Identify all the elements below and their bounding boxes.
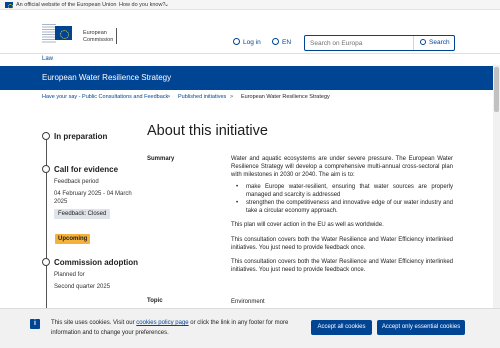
logo-text[interactable]: European Commission [83, 30, 113, 43]
search-box: Search [304, 35, 455, 51]
language-selector[interactable]: EN [272, 38, 291, 46]
breadcrumb-item-have-your-say[interactable]: Have your say - Public Consultations and… [42, 94, 168, 100]
login-label: Log in [243, 39, 261, 46]
page-banner-title: European Water Resilience Strategy [42, 73, 172, 82]
cookies-policy-link[interactable]: cookies policy page [136, 320, 188, 326]
breadcrumb-separator: > [167, 94, 171, 100]
chevron-down-icon[interactable]: ⌄ [164, 1, 169, 8]
page-scrollbar[interactable] [493, 65, 500, 348]
european-commission-logo[interactable] [42, 24, 72, 44]
timeline-stage-call-for-evidence: Call for evidence [54, 165, 119, 174]
how-do-you-know-link[interactable]: How do you know? [119, 2, 165, 8]
feedback-dates-line2: 2025 [54, 199, 68, 205]
breadcrumb: Have your say - Public Consultations and… [0, 92, 500, 104]
summary-paragraph: This plan will cover action in the EU as… [231, 222, 384, 229]
page-title: About this initiative [147, 123, 268, 139]
cookie-text-start: This site uses cookies. Visit our [51, 320, 137, 326]
law-link[interactable]: Law [42, 56, 53, 62]
breadcrumb-item-published-initiatives[interactable]: Published initiatives [178, 94, 226, 100]
login-link[interactable]: Log in [233, 38, 261, 46]
timeline-stage-commission-adoption: Commission adoption [54, 258, 138, 267]
feedback-dates-line1: 04 February 2025 - 04 March [54, 191, 132, 197]
summary-text: Water and aquatic ecosystems are under s… [231, 155, 453, 274]
summary-bullet: make Europe water-resilient, ensuring th… [231, 183, 453, 199]
official-website-text: An official website of the European Unio… [16, 2, 117, 8]
breadcrumb-item-current: European Water Resilience Strategy [241, 94, 330, 100]
language-label: EN [282, 39, 292, 46]
timeline-line [46, 132, 47, 332]
site-section-bar: Law [0, 54, 500, 65]
user-icon [233, 38, 240, 45]
eu-flag-logo-icon [55, 26, 72, 40]
timeline-dot-preparation [42, 132, 50, 140]
feedback-period-label: Feedback period [54, 179, 99, 185]
info-icon: i [30, 319, 40, 329]
globe-icon [272, 38, 279, 45]
summary-paragraph: This consultation covers both the Water … [231, 236, 453, 251]
official-eu-bar: An official website of the European Unio… [0, 0, 500, 10]
accept-all-cookies-button[interactable]: Accept all cookies [311, 320, 372, 335]
topic-label: Topic [147, 298, 163, 304]
upcoming-badge: Upcoming [55, 234, 91, 244]
scrollbar-thumb[interactable] [494, 67, 499, 112]
summary-paragraph: This consultation covers both the Water … [231, 259, 453, 274]
eu-flag-icon [5, 2, 13, 9]
timeline-dot-commission-adoption [42, 258, 50, 266]
timeline-stage-preparation: In preparation [54, 132, 108, 141]
summary-paragraph: Water and aquatic ecosystems are under s… [231, 156, 453, 179]
timeline-dot-call-for-evidence [42, 165, 50, 173]
summary-bullet: strengthen the competitiveness and innov… [231, 199, 453, 215]
logo-lines-icon [42, 24, 56, 44]
search-icon [420, 39, 426, 45]
summary-label: Summary [147, 156, 175, 162]
topic-value: Environment [231, 299, 265, 305]
planned-for-value: Second quarter 2025 [54, 284, 111, 290]
search-button-label: Search [429, 39, 450, 46]
planned-for-label: Planned for [54, 272, 85, 278]
site-header: European Commission Log in EN Search [0, 10, 500, 54]
cookie-message: This site uses cookies. Visit our cookie… [51, 318, 301, 338]
search-button[interactable]: Search [413, 36, 454, 50]
cookie-banner: i This site uses cookies. Visit our cook… [0, 308, 500, 348]
breadcrumb-separator: > [230, 94, 234, 100]
logo-text-line2: Commission [83, 36, 114, 43]
summary-list: make Europe water-resilient, ensuring th… [231, 183, 453, 216]
logo-separator [116, 28, 117, 44]
search-input[interactable] [305, 36, 413, 50]
accept-essential-cookies-button[interactable]: Accept only essential cookies [377, 320, 465, 335]
page-banner: European Water Resilience Strategy [0, 66, 500, 90]
feedback-status-badge: Feedback: Closed [54, 209, 111, 219]
